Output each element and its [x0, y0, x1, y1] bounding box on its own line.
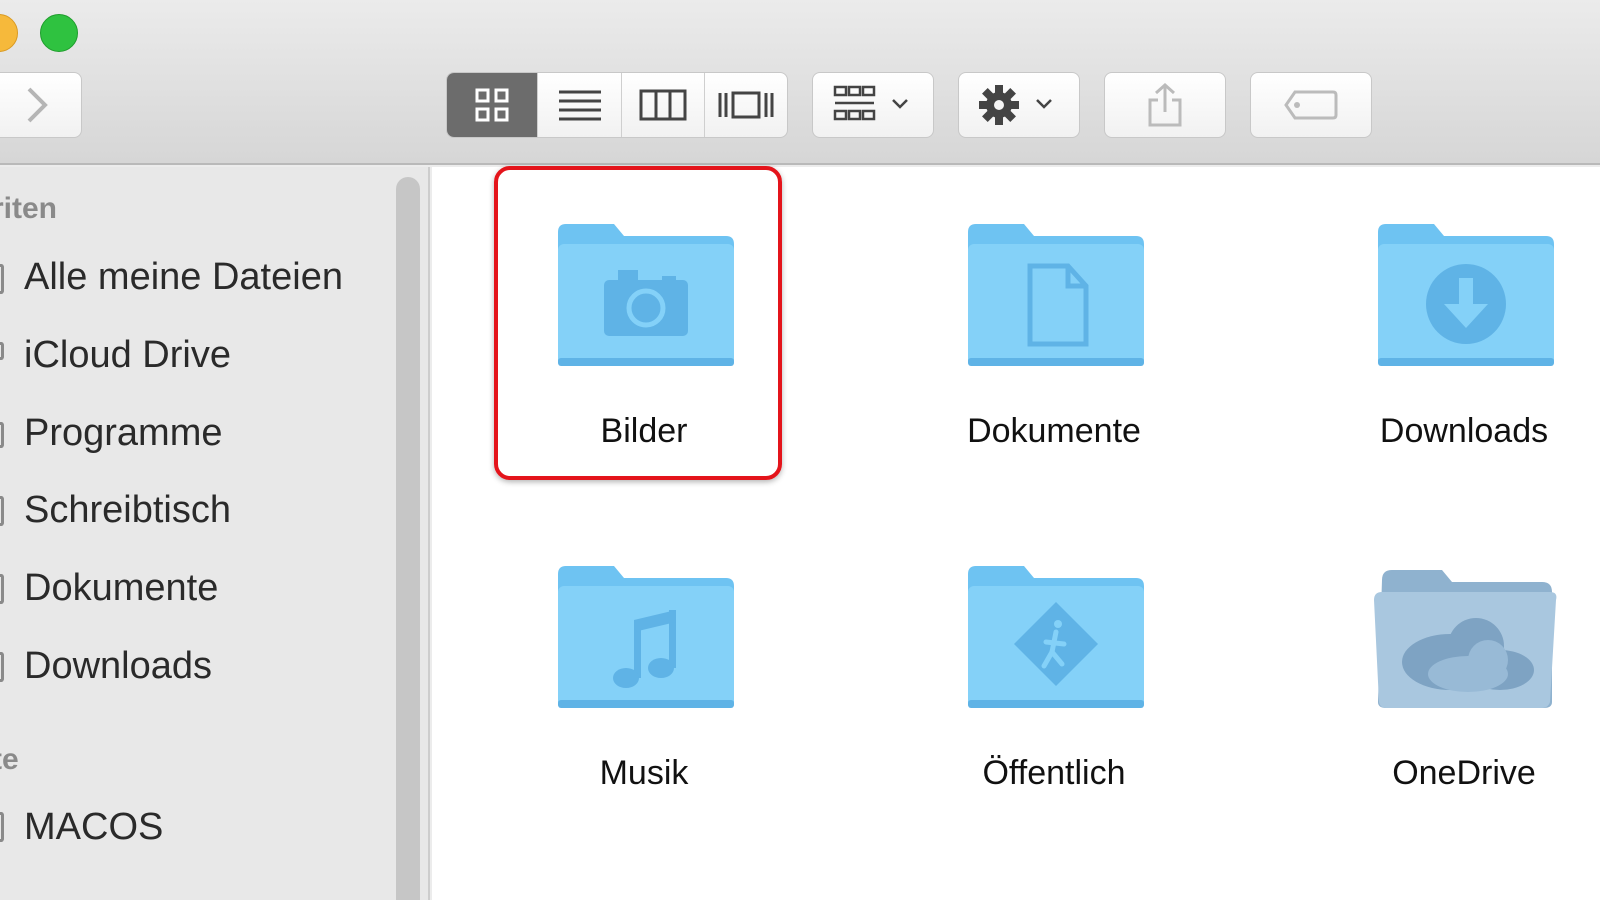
camera-folder-icon: [558, 224, 734, 366]
folder-item-dokumente[interactable]: Dokumente: [924, 180, 1184, 470]
sidebar-item-icloud-drive[interactable]: iCloud Drive: [24, 334, 231, 377]
chevron-right-icon: [27, 87, 48, 123]
icon-view-button[interactable]: [447, 73, 539, 137]
all-files-icon: [0, 264, 4, 294]
disk-icon: [0, 812, 4, 842]
action-menu-button[interactable]: [958, 72, 1080, 138]
download-folder-icon: [1378, 224, 1554, 366]
applications-icon: [0, 422, 4, 448]
arrange-grid-icon: [833, 85, 908, 121]
view-mode-selector: [446, 72, 788, 138]
documents-icon: [0, 574, 4, 604]
share-icon: [1148, 82, 1182, 127]
folder-label: Dokumente: [967, 412, 1141, 450]
folder-label: Bilder: [600, 412, 688, 450]
folder-label: OneDrive: [1392, 754, 1536, 792]
tag-button[interactable]: [1250, 72, 1372, 138]
public-folder-icon: [968, 566, 1144, 708]
document-folder-icon: [968, 224, 1144, 366]
folder-label: Musik: [599, 754, 689, 792]
folder-label: Downloads: [1379, 412, 1549, 450]
minimize-button[interactable]: [0, 14, 18, 52]
sidebar-heading-devices: te: [0, 743, 19, 776]
sidebar-item-desktop[interactable]: Schreibtisch: [24, 489, 231, 532]
gear-icon: [979, 85, 1052, 125]
folder-item-downloads[interactable]: Downloads: [1334, 180, 1594, 470]
folder-label: Öffentlich: [982, 754, 1126, 792]
list-view-icon: [558, 90, 601, 121]
folder-item-oeffentlich[interactable]: Öffentlich: [924, 522, 1184, 812]
folder-item-musik[interactable]: Musik: [514, 522, 774, 812]
sidebar-item-downloads[interactable]: Downloads: [24, 645, 212, 688]
sidebar-item-macos[interactable]: MACOS: [24, 806, 163, 849]
onedrive-cloud-folder-icon: [1374, 570, 1557, 708]
window-toolbar: [0, 0, 1600, 165]
cover-flow-button[interactable]: [705, 73, 787, 137]
folder-item-onedrive[interactable]: OneDrive: [1334, 522, 1594, 812]
downloads-icon: [0, 652, 4, 682]
icon-view-icon: [475, 88, 509, 122]
cover-flow-icon: [718, 91, 774, 119]
sidebar-scrollbar[interactable]: [396, 177, 420, 900]
folder-item-bilder[interactable]: Bilder: [514, 180, 774, 470]
forward-button[interactable]: [0, 72, 82, 138]
column-view-icon: [639, 89, 687, 121]
sidebar-item-documents[interactable]: Dokumente: [24, 567, 218, 610]
tag-icon: [1284, 90, 1338, 120]
sidebar-heading-favorites: riten: [0, 192, 58, 225]
sidebar-item-all-files[interactable]: Alle meine Dateien: [24, 256, 343, 299]
zoom-button[interactable]: [40, 14, 78, 52]
column-view-button[interactable]: [622, 73, 705, 137]
sidebar-item-applications[interactable]: Programme: [24, 412, 223, 455]
desktop-icon: [0, 496, 4, 526]
share-button[interactable]: [1104, 72, 1226, 138]
icloud-icon: [0, 342, 4, 360]
list-view-button[interactable]: [538, 73, 622, 137]
arrange-button[interactable]: [812, 72, 934, 138]
music-folder-icon: [558, 566, 734, 708]
